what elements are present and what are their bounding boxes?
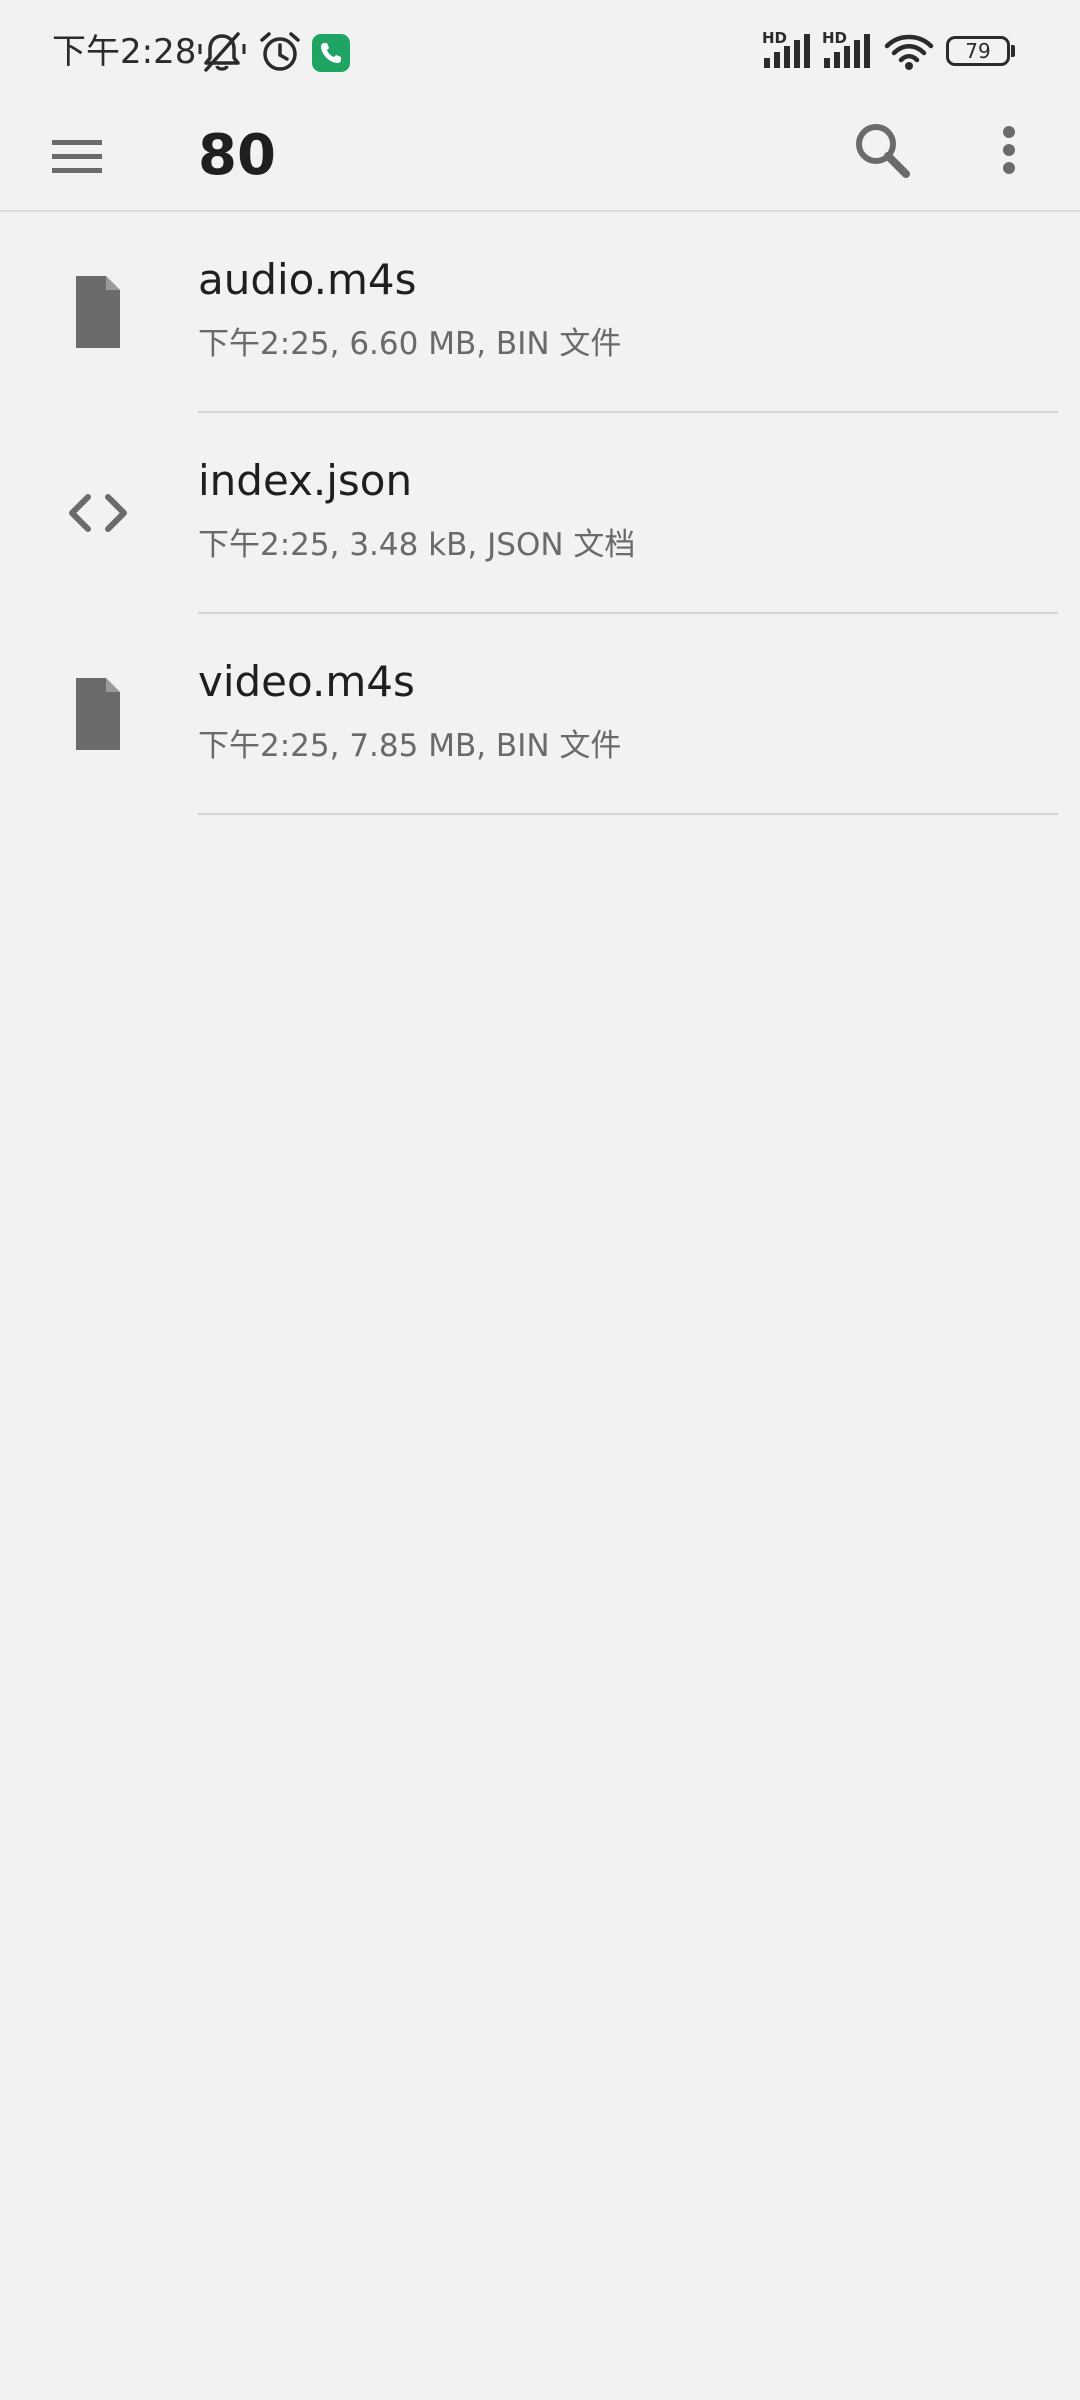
battery-icon: 79: [946, 36, 1010, 66]
code-icon: [69, 494, 127, 532]
file-meta: 下午2:25, 6.60 MB, BIN 文件: [198, 326, 622, 362]
alarm-icon: [260, 32, 300, 71]
page-title: 80: [198, 123, 276, 188]
list-item[interactable]: index.json 下午2:25, 3.48 kB, JSON 文档: [0, 413, 1080, 614]
file-name: audio.m4s: [198, 255, 417, 304]
mute-icon: [198, 32, 246, 72]
list-item[interactable]: audio.m4s 下午2:25, 6.60 MB, BIN 文件: [0, 212, 1080, 413]
call-icon: [312, 34, 350, 72]
file-icon: [76, 678, 120, 750]
file-name: video.m4s: [198, 657, 415, 706]
menu-icon[interactable]: [36, 120, 116, 192]
divider: [198, 813, 1058, 815]
app-bar: 80: [0, 100, 1080, 212]
file-meta: 下午2:25, 3.48 kB, JSON 文档: [198, 527, 636, 563]
battery-tip: [1011, 45, 1015, 57]
file-list: audio.m4s 下午2:25, 6.60 MB, BIN 文件 index.…: [0, 212, 1080, 815]
battery-level: 79: [965, 39, 991, 63]
list-item[interactable]: video.m4s 下午2:25, 7.85 MB, BIN 文件: [0, 614, 1080, 815]
signal-icon: [764, 34, 810, 68]
signal-icon: [824, 34, 870, 68]
file-name: index.json: [198, 456, 413, 505]
status-bar: 下午2:28 HD HD 79: [0, 0, 1080, 100]
more-vert-icon[interactable]: [985, 110, 1033, 190]
file-meta: 下午2:25, 7.85 MB, BIN 文件: [198, 728, 622, 764]
status-time: 下午2:28: [52, 32, 197, 72]
wifi-icon: [884, 34, 934, 70]
file-icon: [76, 276, 120, 348]
search-icon[interactable]: [842, 110, 922, 190]
